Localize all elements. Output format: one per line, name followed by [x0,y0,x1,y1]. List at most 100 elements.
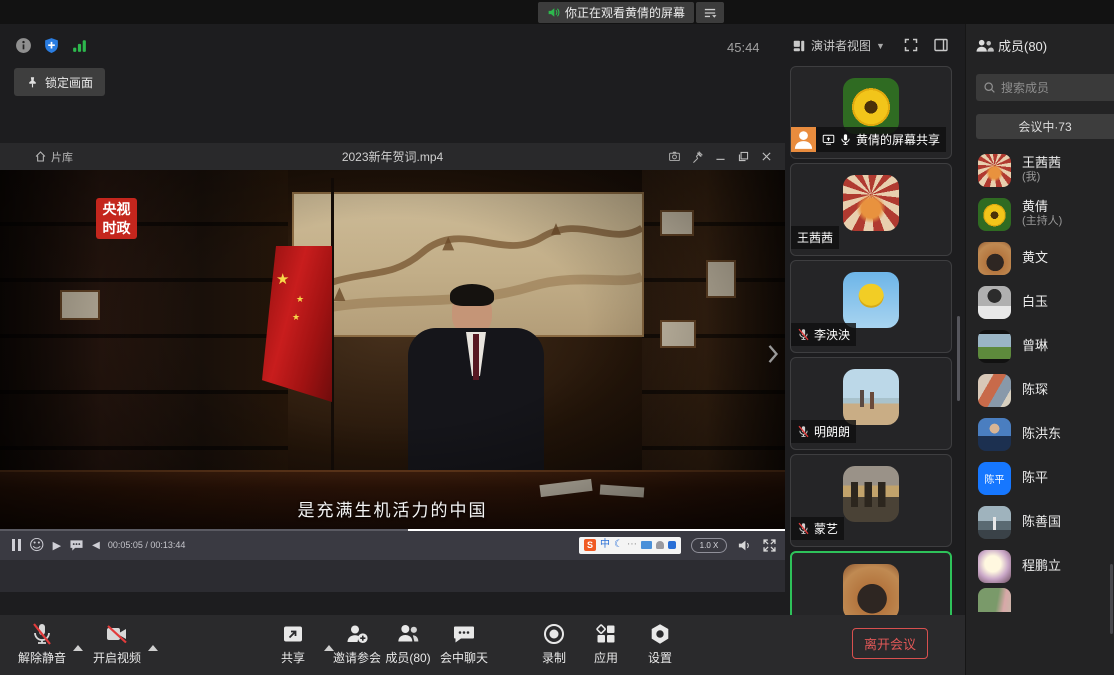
member-row[interactable]: 黄倩 (主持人) [966,192,1114,236]
member-name: 王茜茜 [1022,155,1061,171]
toolbar-button[interactable]: 成员(80) [385,621,430,666]
participant-tile[interactable]: 李泱泱 [790,260,952,353]
member-search[interactable] [976,74,1114,101]
chevron-down-icon: ▼ [876,41,885,51]
member-row[interactable]: 程鹏立 [966,544,1114,588]
expand-icon[interactable] [762,538,777,553]
member-row[interactable]: 陈善国 [966,500,1114,544]
toolbar-button[interactable]: 录制 [541,621,567,666]
toolbar-button-label: 设置 [648,649,672,666]
caret-up-icon[interactable] [148,645,158,651]
player-library-label: 片库 [51,149,73,165]
participant-avatar [843,369,899,425]
player-library-button[interactable]: 片库 [34,149,73,165]
maximize-icon[interactable] [737,150,750,163]
member-role: (我) [1022,171,1061,185]
members-panel: 成员(80) 会议中·73 王茜茜 (我) [965,24,1114,675]
participant-thumbnails: 黄倩的屏幕共享 王茜茜 [790,62,954,615]
thumbnails-scrollbar[interactable] [957,316,960,401]
member-row[interactable]: 陈洪东 [966,412,1114,456]
member-name: 白玉 [1022,294,1048,310]
fullscreen-icon[interactable] [903,37,919,53]
leave-meeting-button[interactable]: 离开会议 [852,628,928,659]
toolbar-button-label: 会中聊天 [440,649,488,666]
ime-toolbar[interactable]: S 中 ☾ ⋯ [579,537,681,554]
member-row[interactable]: 黄文 [966,236,1114,280]
participant-avatar [843,78,899,134]
participant-label: 蒙艺 [791,517,844,540]
shield-icon[interactable] [43,37,60,54]
snapshot-icon[interactable] [668,150,681,163]
toolbar-button[interactable]: 会中聊天 [440,621,488,666]
player-titlebar: 片库 2023新年贺词.mp4 [0,143,785,170]
members-scrollbar[interactable] [1110,564,1113,634]
participant-name: 黄倩的屏幕共享 [856,131,940,148]
rewind-icon[interactable]: ◀ [92,540,100,551]
member-row[interactable]: 王茜茜 (我) [966,148,1114,192]
play-icon[interactable]: ▶ [53,539,61,552]
member-row[interactable]: 白玉 [966,280,1114,324]
view-mode-label: 演讲者视图 [811,37,871,54]
search-icon [983,81,996,94]
search-input[interactable] [1001,81,1107,95]
toolbar-button-icon [104,621,130,647]
mic-muted-icon [797,328,810,341]
participant-avatar [843,175,899,231]
lock-view-label: 锁定画面 [45,74,93,91]
participant-tile[interactable] [790,551,952,615]
member-row[interactable] [966,588,1114,612]
ime-dots-icon: ⋯ [627,540,637,550]
toolbar-button[interactable]: 解除静音 [18,621,66,666]
participant-name: 蒙艺 [814,520,838,537]
toolbar-button[interactable]: 开启视频 [93,621,141,666]
info-icon[interactable] [15,37,32,54]
toolbar-button-icon [29,621,55,647]
pin-window-icon[interactable] [691,150,704,163]
caret-up-icon[interactable] [73,645,83,651]
panel-toggle-icon[interactable] [933,37,949,53]
member-list: 王茜茜 (我) 黄倩 (主持人) [966,148,1114,675]
layout-icon [792,39,806,53]
volume-icon[interactable] [737,538,752,553]
player-controls: ☺ ▶ ◀ 00:05:05 / 00:13:44 S 中 ☾ ⋯ [0,530,785,560]
playback-speed-button[interactable]: 1.0 X [691,538,727,553]
participant-avatar [843,564,899,615]
toolbar-button-label: 开启视频 [93,649,141,666]
toolbar-button[interactable]: 设置 [647,621,673,666]
shared-screen: 片库 2023新年贺词.mp4 [0,143,785,592]
participant-tile[interactable]: 王茜茜 [790,163,952,256]
participant-avatar [843,272,899,328]
toolbar-button[interactable]: 邀请参会 [333,621,381,666]
participant-tile[interactable]: 蒙艺 [790,454,952,547]
member-avatar [978,330,1011,363]
home-icon [34,150,47,163]
danmaku-icon[interactable] [69,539,84,552]
member-row[interactable]: 陈琛 [966,368,1114,412]
chevron-right-icon[interactable] [766,342,780,366]
toolbar-button[interactable]: 共享 [280,621,306,666]
pin-icon [26,76,39,89]
toolbar-button[interactable]: 应用 [593,621,619,666]
toolbar-button-label: 共享 [281,649,305,666]
participant-tile[interactable]: 明朗朗 [790,357,952,450]
participant-label: 王茜茜 [791,226,839,249]
minimize-icon[interactable] [714,150,727,163]
emoji-button[interactable]: ☺ [29,536,45,554]
pause-button[interactable] [12,539,21,551]
member-row[interactable]: 陈平 陈平 [966,456,1114,500]
member-avatar [978,588,1011,612]
members-icon [975,38,994,53]
banner-menu-button[interactable] [696,2,724,23]
participant-tile[interactable]: 黄倩的屏幕共享 [790,66,952,159]
view-mode-selector[interactable]: 演讲者视图 ▼ [792,37,885,54]
participant-name: 李泱泱 [814,326,850,343]
lock-view-button[interactable]: 锁定画面 [14,68,105,96]
toolbar-button-label: 应用 [594,649,618,666]
main-stage: 45:44 演讲者视图 ▼ 锁定画面 片库 2023新年贺词.mp4 [0,24,965,615]
close-icon[interactable] [760,150,773,163]
participant-label: 李泱泱 [791,323,856,346]
signal-icon[interactable] [71,37,88,54]
in-meeting-filter[interactable]: 会议中·73 [976,114,1114,139]
member-row[interactable]: 曾琳 [966,324,1114,368]
toolbar-button-icon [344,621,370,647]
